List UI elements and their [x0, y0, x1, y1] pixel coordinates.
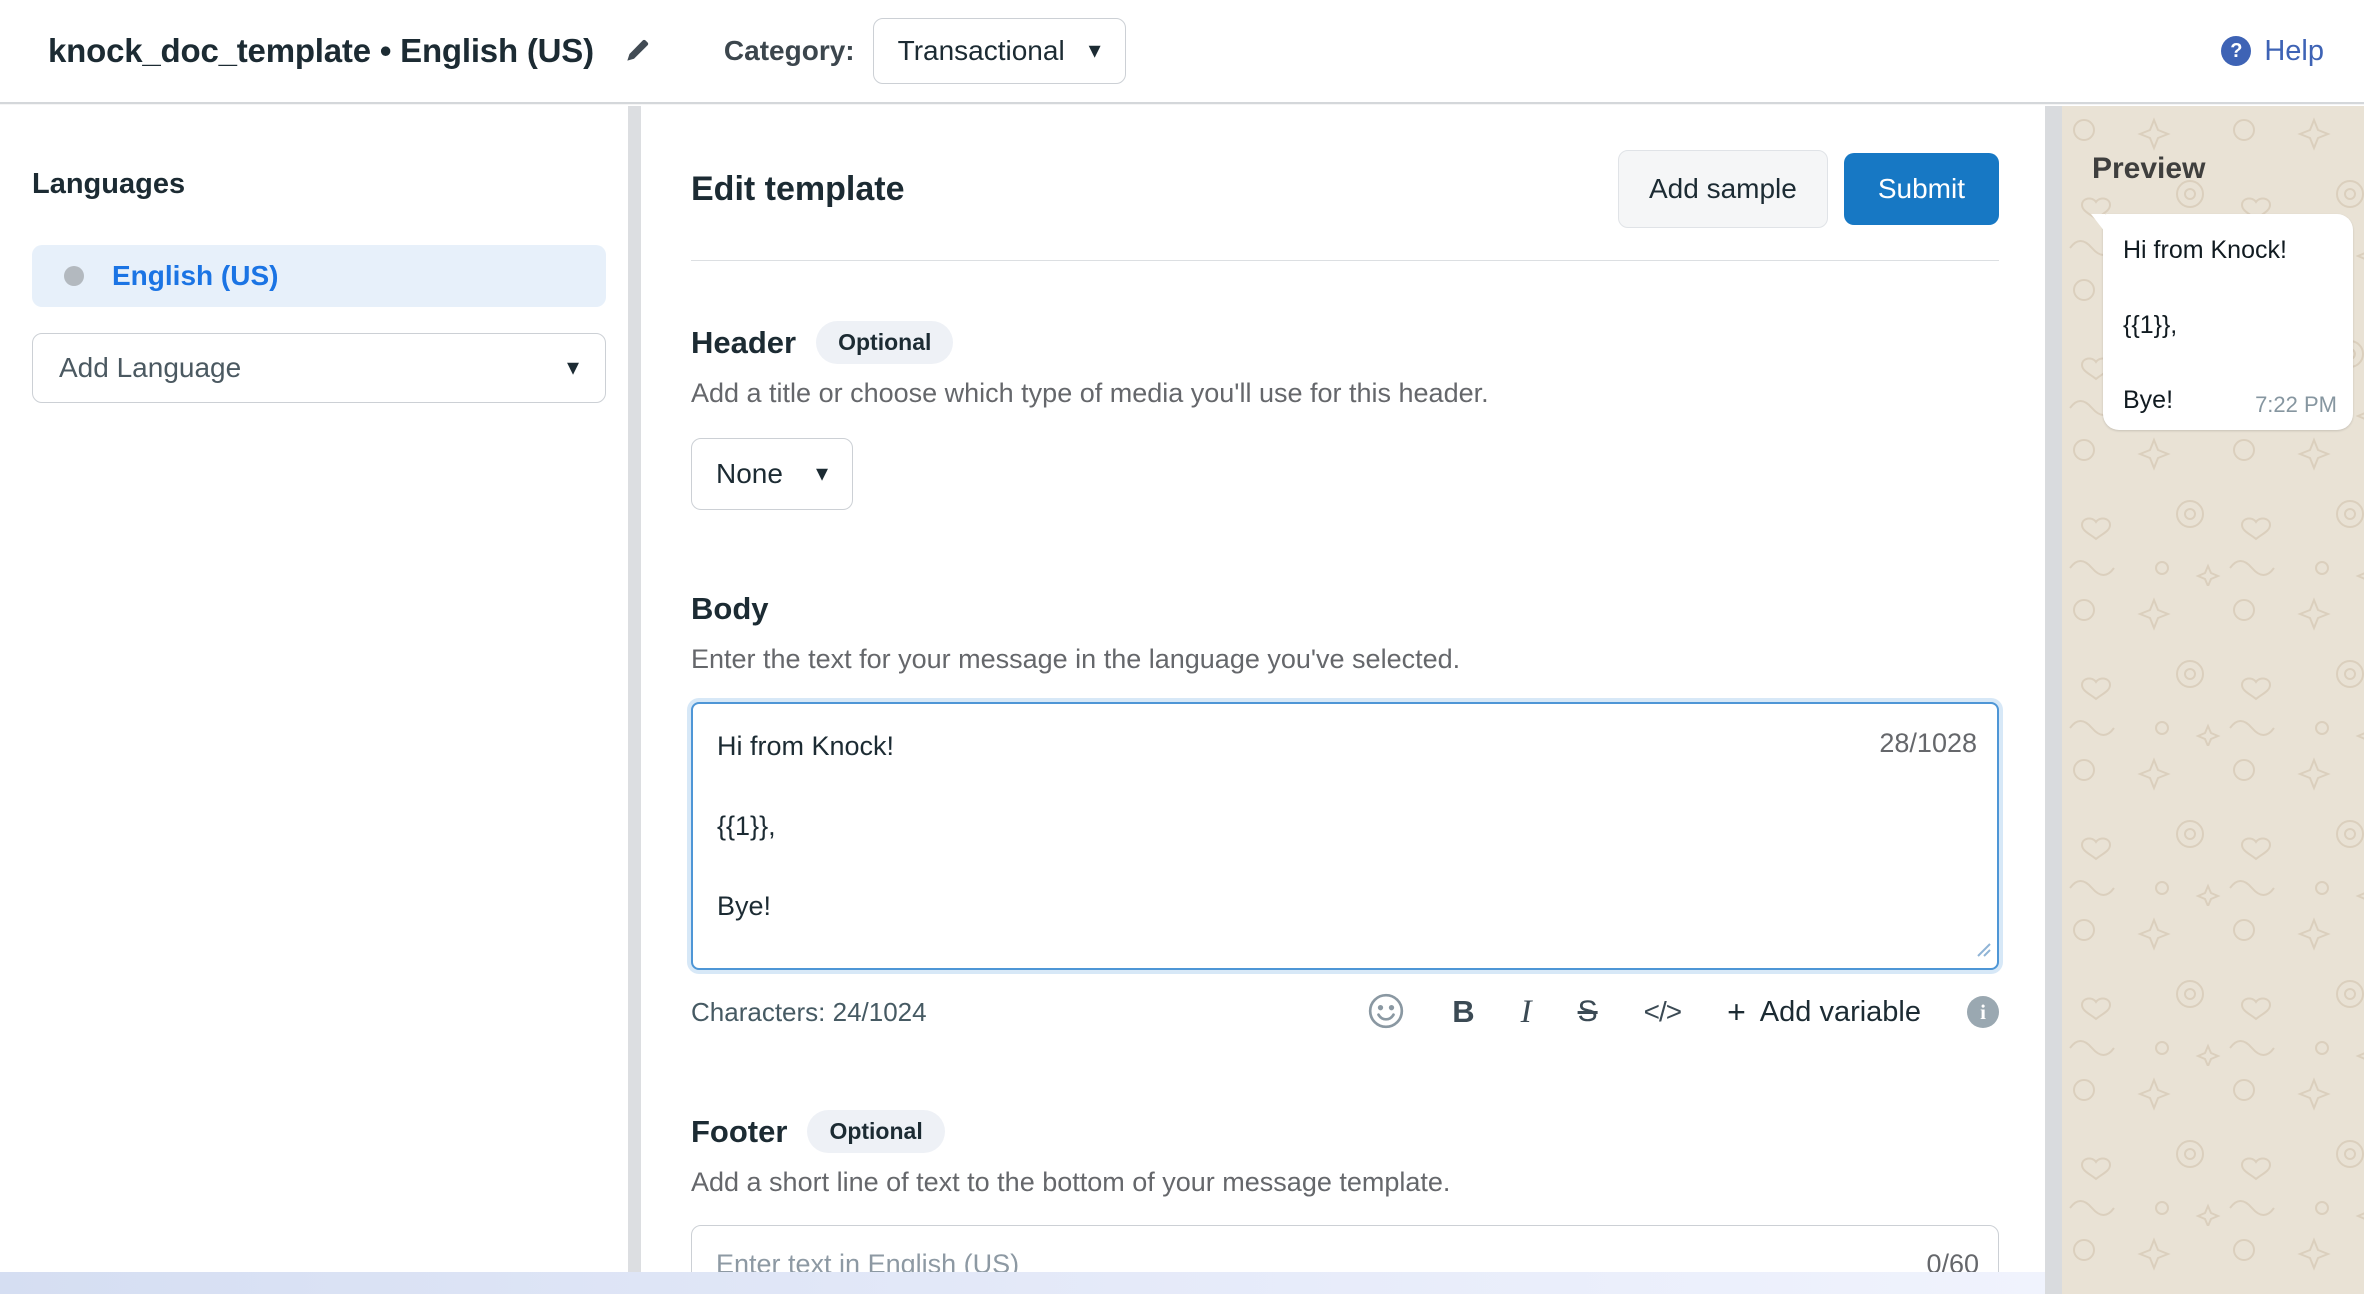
- code-button[interactable]: </>: [1644, 996, 1681, 1028]
- bubble-line: Hi from Knock!: [2123, 234, 2335, 266]
- plus-icon: +: [1727, 996, 1746, 1028]
- strikethrough-button[interactable]: S: [1578, 995, 1598, 1029]
- language-label: English (US): [112, 260, 278, 292]
- message-bubble: Hi from Knock! {{1}}, Bye! 7:22 PM: [2103, 214, 2353, 430]
- category-label: Category:: [724, 35, 855, 67]
- preview-divider: [2045, 106, 2062, 1294]
- bottom-banner-strip: [0, 1272, 2045, 1294]
- header-type-value: None: [716, 458, 783, 490]
- code-icon: </>: [1644, 996, 1681, 1028]
- bubble-timestamp: 7:22 PM: [2255, 392, 2337, 418]
- body-toolbar: Characters: 24/1024 B I: [691, 986, 1999, 1038]
- bold-button[interactable]: B: [1452, 994, 1474, 1030]
- preview-heading: Preview: [2092, 152, 2364, 186]
- resize-handle[interactable]: [1976, 942, 1992, 963]
- sidebar-divider: [628, 106, 641, 1294]
- edit-template-panel: Edit template Add sample Submit Header O…: [641, 106, 2045, 1294]
- emoji-button[interactable]: [1366, 991, 1406, 1034]
- edit-template-heading: Edit template: [691, 170, 904, 209]
- body-char-counter: 28/1028: [1879, 728, 1977, 759]
- submit-button[interactable]: Submit: [1844, 153, 1999, 225]
- bubble-line: {{1}},: [2123, 309, 2335, 341]
- section-divider: [691, 260, 1999, 261]
- chevron-down-icon: ▾: [567, 356, 579, 380]
- add-sample-button[interactable]: Add sample: [1618, 150, 1828, 228]
- help-label: Help: [2264, 35, 2324, 68]
- page-title: knock_doc_template • English (US): [48, 32, 594, 70]
- preview-panel: Preview Hi from Knock! {{1}}, Bye! 7:22 …: [2062, 106, 2364, 1294]
- header-type-dropdown[interactable]: None ▾: [691, 438, 853, 510]
- pencil-icon: [622, 34, 654, 69]
- info-icon[interactable]: i: [1967, 996, 1999, 1028]
- body-text-input[interactable]: Hi from Knock! {{1}}, Bye!: [691, 702, 1999, 970]
- add-variable-button[interactable]: + Add variable: [1727, 996, 1921, 1029]
- add-variable-label: Add variable: [1760, 996, 1921, 1029]
- body-section-title: Body: [691, 588, 769, 630]
- emoji-icon: [1366, 991, 1406, 1034]
- body-section: Body Enter the text for your message in …: [691, 588, 1999, 1038]
- chevron-down-icon: ▾: [1089, 39, 1101, 63]
- header-section: Header Optional Add a title or choose wh…: [691, 321, 1999, 510]
- footer-section: Footer Optional Add a short line of text…: [691, 1110, 1999, 1294]
- languages-heading: Languages: [32, 168, 606, 201]
- header-section-description: Add a title or choose which type of medi…: [691, 376, 1999, 410]
- characters-count: Characters: 24/1024: [691, 997, 927, 1028]
- add-language-label: Add Language: [59, 352, 241, 384]
- optional-badge: Optional: [816, 321, 953, 364]
- add-language-dropdown[interactable]: Add Language ▾: [32, 333, 606, 403]
- body-section-description: Enter the text for your message in the l…: [691, 642, 1999, 676]
- italic-button[interactable]: I: [1521, 994, 1532, 1031]
- strikethrough-icon: S: [1578, 995, 1598, 1029]
- footer-section-description: Add a short line of text to the bottom o…: [691, 1165, 1999, 1199]
- category-value: Transactional: [898, 35, 1065, 67]
- header-section-title: Header: [691, 322, 796, 364]
- sidebar-item-english-us[interactable]: English (US): [32, 245, 606, 307]
- help-icon: ?: [2221, 36, 2251, 66]
- languages-sidebar: Languages English (US) Add Language ▾: [0, 106, 628, 1294]
- top-bar: knock_doc_template • English (US) Catego…: [0, 0, 2364, 104]
- footer-section-title: Footer: [691, 1111, 787, 1153]
- template-editor-page: knock_doc_template • English (US) Catego…: [0, 0, 2364, 1294]
- category-dropdown[interactable]: Transactional ▾: [873, 18, 1126, 84]
- optional-badge: Optional: [807, 1110, 944, 1153]
- language-status-dot: [64, 266, 84, 286]
- italic-icon: I: [1521, 994, 1532, 1031]
- bold-icon: B: [1452, 994, 1474, 1030]
- chevron-down-icon: ▾: [816, 462, 828, 486]
- edit-title-button[interactable]: [618, 30, 658, 73]
- help-link[interactable]: ? Help: [2221, 35, 2324, 68]
